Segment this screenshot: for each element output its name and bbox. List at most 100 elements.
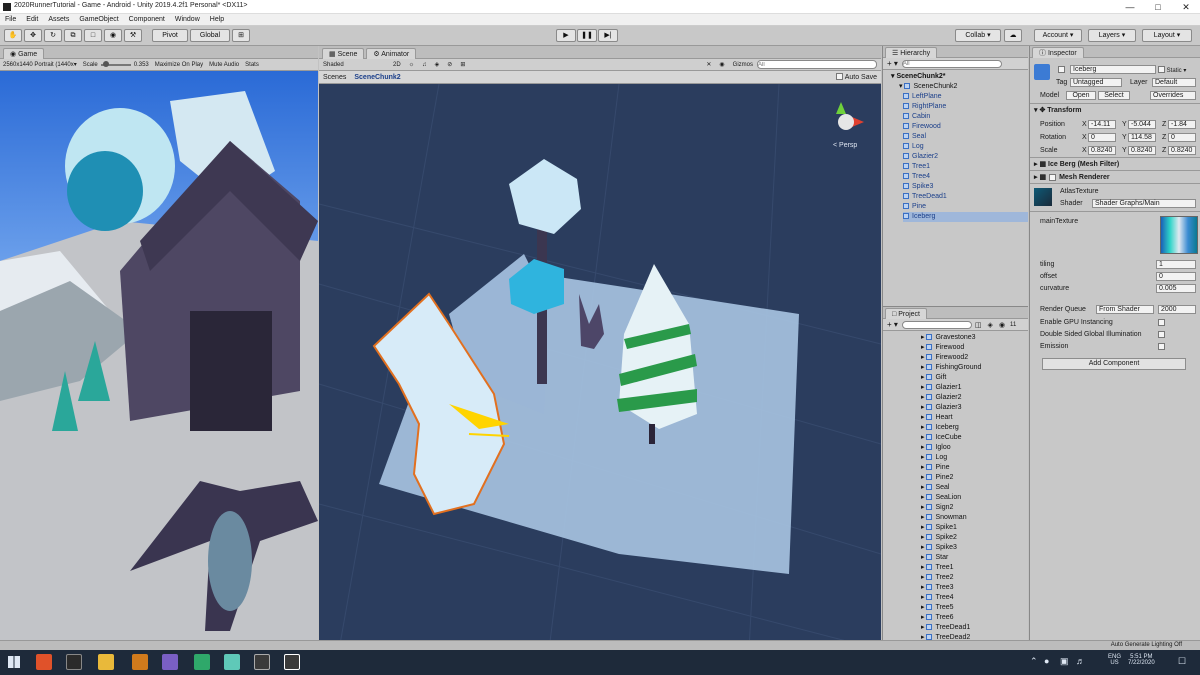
- scene-search-input[interactable]: [757, 60, 877, 69]
- stats-toggle[interactable]: Stats: [242, 62, 262, 68]
- hierarchy-item[interactable]: Pine: [903, 202, 1028, 212]
- project-item[interactable]: ▸ Tree4: [921, 593, 1028, 603]
- project-add-button[interactable]: + ▾: [883, 320, 902, 329]
- project-item[interactable]: ▸ Gravestone3: [921, 333, 1028, 343]
- project-item[interactable]: ▸ Tree2: [921, 573, 1028, 583]
- rotation-z[interactable]: 0: [1168, 133, 1196, 142]
- hierarchy-item[interactable]: Tree4: [903, 172, 1028, 182]
- brave-browser-icon[interactable]: [36, 654, 52, 670]
- language-indicator[interactable]: ENG US: [1108, 654, 1121, 666]
- project-item[interactable]: ▸ Pine: [921, 463, 1028, 473]
- transform-header[interactable]: ▾ ✥ Transform: [1034, 106, 1082, 114]
- visual-studio-icon[interactable]: [162, 654, 178, 670]
- game-viewport[interactable]: [0, 71, 318, 650]
- unity-hub-icon[interactable]: [254, 654, 270, 670]
- hierarchy-item[interactable]: RightPlane: [903, 102, 1028, 112]
- play-button[interactable]: ▶: [556, 29, 576, 42]
- effects-icon[interactable]: ◈: [431, 61, 444, 68]
- project-item[interactable]: ▸ Tree5: [921, 603, 1028, 613]
- project-item[interactable]: ▸ Pine2: [921, 473, 1028, 483]
- project-item[interactable]: ▸ Glazier3: [921, 403, 1028, 413]
- offset-field[interactable]: 0: [1156, 272, 1196, 281]
- rotation-x[interactable]: 0: [1088, 133, 1116, 142]
- project-item[interactable]: ▸ Gift: [921, 373, 1028, 383]
- hierarchy-item[interactable]: TreeDead1: [903, 192, 1028, 202]
- emission-checkbox[interactable]: [1158, 343, 1165, 350]
- tab-inspector[interactable]: ⓘ Inspector: [1032, 47, 1084, 58]
- layers-dropdown[interactable]: Layers ▾: [1088, 29, 1136, 42]
- hierarchy-item[interactable]: Glazier2: [903, 152, 1028, 162]
- shading-dropdown[interactable]: Shaded: [319, 62, 389, 68]
- menu-gameobject[interactable]: GameObject: [74, 14, 123, 26]
- cloud-icon[interactable]: ☁: [1004, 29, 1022, 42]
- hierarchy-item[interactable]: Tree1: [903, 162, 1028, 172]
- scale-tool-icon[interactable]: ⧉: [64, 29, 82, 42]
- project-item[interactable]: ▸ Igloo: [921, 443, 1028, 453]
- project-item[interactable]: ▸ IceCube: [921, 433, 1028, 443]
- menu-assets[interactable]: Assets: [43, 14, 74, 26]
- project-item[interactable]: ▸ Spike3: [921, 543, 1028, 553]
- project-item[interactable]: ▸ Tree1: [921, 563, 1028, 573]
- file-explorer-icon[interactable]: [98, 654, 114, 670]
- double-sided-gi-checkbox[interactable]: [1158, 331, 1165, 338]
- project-item[interactable]: ▸ Tree3: [921, 583, 1028, 593]
- project-search-input[interactable]: [901, 320, 972, 329]
- hierarchy-search-input[interactable]: [901, 59, 1002, 68]
- hidden-icon[interactable]: ⊘: [443, 61, 456, 68]
- notifications-icon[interactable]: ☐: [1178, 656, 1186, 667]
- hierarchy-add-button[interactable]: + ▾: [883, 59, 902, 68]
- hierarchy-item[interactable]: Firewood: [903, 122, 1028, 132]
- layer-dropdown[interactable]: Default: [1152, 78, 1196, 87]
- step-button[interactable]: ▶|: [598, 29, 618, 42]
- gpu-instancing-checkbox[interactable]: [1158, 319, 1165, 326]
- position-z[interactable]: -1.84: [1168, 120, 1196, 129]
- tag-dropdown[interactable]: Untagged: [1070, 78, 1122, 87]
- select-button[interactable]: Select: [1098, 91, 1130, 100]
- breadcrumb-current[interactable]: SceneChunk2: [350, 74, 404, 81]
- minimize-icon[interactable]: —: [1116, 0, 1144, 14]
- microphone-icon[interactable]: ●: [1044, 656, 1049, 666]
- open-button[interactable]: Open: [1066, 91, 1096, 100]
- 2d-toggle[interactable]: 2D: [389, 62, 405, 68]
- persp-label[interactable]: < Persp: [833, 142, 857, 149]
- hierarchy-item[interactable]: Seal: [903, 132, 1028, 142]
- active-checkbox[interactable]: [1058, 66, 1065, 73]
- close-icon[interactable]: ✕: [1172, 0, 1200, 14]
- project-item[interactable]: ▸ Spike1: [921, 523, 1028, 533]
- hand-tool-icon[interactable]: ✋: [4, 29, 22, 42]
- scale-z[interactable]: 0.8240: [1168, 146, 1196, 155]
- clock[interactable]: 5:51 PM 7/22/2020: [1128, 654, 1155, 666]
- grid-icon[interactable]: ⊞: [456, 61, 469, 68]
- hierarchy-item[interactable]: Iceberg: [903, 212, 1028, 222]
- pivot-toggle[interactable]: Pivot: [152, 29, 188, 42]
- mute-audio-toggle[interactable]: Mute Audio: [206, 62, 242, 68]
- network-icon[interactable]: ▣: [1060, 656, 1069, 667]
- scene-viewport[interactable]: < Persp: [319, 84, 881, 650]
- add-component-button[interactable]: Add Component: [1042, 358, 1186, 370]
- tab-project[interactable]: □ Project: [885, 308, 927, 319]
- project-item[interactable]: ▸ FishingGround: [921, 363, 1028, 373]
- shader-dropdown[interactable]: Shader Graphs/Main: [1092, 199, 1196, 208]
- project-item[interactable]: ▸ Firewood: [921, 343, 1028, 353]
- tab-animator[interactable]: ⚙ Animator: [366, 48, 417, 59]
- project-item[interactable]: ▸ TreeDead1: [921, 623, 1028, 633]
- scale-y[interactable]: 0.8240: [1128, 146, 1156, 155]
- rotation-y[interactable]: 114.58: [1128, 133, 1156, 142]
- project-item[interactable]: ▸ Firewood2: [921, 353, 1028, 363]
- snap-icon[interactable]: ⊞: [232, 29, 250, 42]
- project-item[interactable]: ▸ Iceberg: [921, 423, 1028, 433]
- menu-component[interactable]: Component: [124, 14, 170, 26]
- global-toggle[interactable]: Global: [190, 29, 230, 42]
- project-item[interactable]: ▸ Log: [921, 453, 1028, 463]
- account-dropdown[interactable]: Account ▾: [1034, 29, 1082, 42]
- project-item[interactable]: ▸ Spike2: [921, 533, 1028, 543]
- sublime-text-icon[interactable]: [132, 654, 148, 670]
- breadcrumb-root[interactable]: Scenes: [319, 74, 350, 81]
- project-item[interactable]: ▸ Glazier2: [921, 393, 1028, 403]
- project-item[interactable]: ▸ Glazier1: [921, 383, 1028, 393]
- scale-x[interactable]: 0.8240: [1088, 146, 1116, 155]
- main-texture-thumbnail[interactable]: [1160, 216, 1198, 254]
- tray-chevron-icon[interactable]: ⌃: [1030, 656, 1038, 667]
- mesh-filter-component[interactable]: ▸ ▦ Ice Berg (Mesh Filter): [1030, 158, 1200, 171]
- tab-game[interactable]: ◉ Game: [3, 48, 45, 59]
